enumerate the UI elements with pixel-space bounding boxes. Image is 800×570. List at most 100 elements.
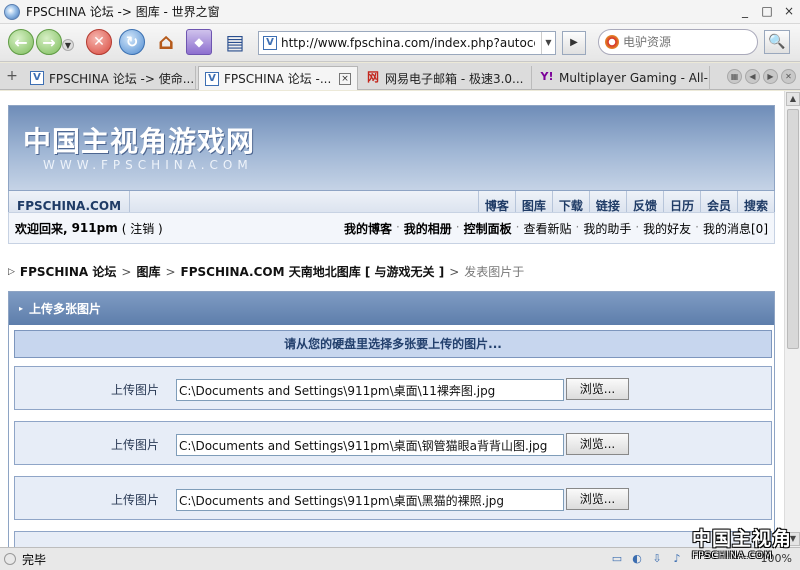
upload-row-label: 上传图片 xyxy=(111,493,160,507)
browse-button[interactable]: 浏览... xyxy=(566,488,629,510)
refresh-icon: ↻ xyxy=(125,33,139,51)
logout-link[interactable]: ( 注销 ) xyxy=(122,220,163,237)
upload-panel: ▸ 上传多张图片 请从您的硬盘里选择多张要上传的图片... 上传图片 浏览...… xyxy=(8,291,775,547)
status-bar: 完毕 ▭ ◐ ⇩ ♪ 100% xyxy=(0,547,800,570)
my-blog-link[interactable]: 我的博客 xyxy=(344,220,392,237)
my-messages-link[interactable]: 我的消息[0] xyxy=(703,220,768,237)
address-bar[interactable]: V ▼ xyxy=(258,31,556,55)
close-tab-icon[interactable]: × xyxy=(339,72,351,85)
tab-label: FPSCHINA 论坛 -> 使命... xyxy=(49,71,195,86)
magnifier-icon: 🔍 xyxy=(768,34,786,50)
upload-row-label: 上传图片 xyxy=(111,438,160,452)
yahoo-favicon-icon: Y! xyxy=(540,70,554,83)
chevron-down-icon: ▼ xyxy=(64,40,72,50)
book-icon: ▤ xyxy=(225,30,245,54)
browse-button[interactable]: 浏览... xyxy=(566,378,629,400)
title-bar: FPSCHINA 论坛 -> 图库 - 世界之窗 _ □ × xyxy=(0,0,800,24)
browse-button[interactable]: 浏览... xyxy=(566,433,629,455)
watermark-en: FPSCHINA.COM xyxy=(692,551,773,561)
search-input[interactable] xyxy=(623,35,751,49)
site-favicon-icon: V xyxy=(263,36,277,50)
new-posts-link[interactable]: 查看新贴 xyxy=(523,220,571,237)
speaker-icon[interactable]: ♪ xyxy=(670,552,684,566)
welcome-bar: 欢迎回来, 911pm ( 注销 ) 我的博客 · 我的相册 · 控制面板 · 查看新… xyxy=(8,212,775,244)
file-path-input[interactable] xyxy=(176,379,564,401)
breadcrumb-gallery[interactable]: 图库 xyxy=(136,263,160,280)
puzzle-icon: ◆ xyxy=(194,35,204,49)
tab-fpschina-1[interactable]: V FPSCHINA 论坛 -> 使命... xyxy=(24,66,196,90)
breadcrumb-category[interactable]: FPSCHINA.COM 天南地北图库 [ 与游戏无关 ] xyxy=(181,263,445,280)
address-dropdown-icon[interactable]: ▼ xyxy=(541,32,555,54)
watermark-cn: 中国主视角 xyxy=(692,528,793,550)
scroll-up-icon[interactable]: ▲ xyxy=(786,92,800,106)
back-arrow-icon: ← xyxy=(14,32,28,52)
tab-yahoo-gaming[interactable]: Y! Multiplayer Gaming - All-... xyxy=(534,66,710,90)
history-dropdown-button[interactable]: ▼ xyxy=(62,39,74,51)
forward-arrow-icon: → xyxy=(42,32,56,52)
panel-title: 上传多张图片 xyxy=(29,302,102,316)
user-links: 我的博客 · 我的相册 · 控制面板 · 查看新贴 · 我的助手 · 我的好友 · 我的消息… xyxy=(340,220,768,237)
triangle-right-icon: ▸ xyxy=(19,304,24,313)
home-button[interactable]: ⌂ xyxy=(153,29,179,55)
breadcrumb-forum[interactable]: FPSCHINA 论坛 xyxy=(20,263,116,280)
site-logo-url: WWW.FPSCHINA.COM xyxy=(43,158,253,172)
favorites-button[interactable]: ▤ xyxy=(222,29,248,55)
breadcrumb-current: 发表图片于 xyxy=(464,265,525,279)
upload-instruction: 请从您的硬盘里选择多张要上传的图片... xyxy=(14,330,772,358)
tab-label: 网易电子邮箱 - 极速3.0... xyxy=(385,71,524,86)
forward-button[interactable]: → xyxy=(36,29,62,55)
tab-scroll-left-icon[interactable]: ◀ xyxy=(745,69,760,84)
vertical-scrollbar[interactable]: ▲ ▼ xyxy=(784,91,800,547)
close-all-tabs-icon[interactable]: ✕ xyxy=(781,69,796,84)
mail-favicon-icon: 网 xyxy=(366,70,379,84)
status-globe-icon xyxy=(4,553,16,565)
file-path-input[interactable] xyxy=(176,489,564,511)
minimize-button[interactable]: _ xyxy=(738,3,752,19)
upload-row: 上传图片 浏览... xyxy=(14,421,772,465)
upload-row: 上传图片 浏览... xyxy=(14,366,772,410)
go-button[interactable]: ▶ xyxy=(562,31,586,55)
search-box[interactable] xyxy=(598,29,758,55)
download-icon[interactable]: ⇩ xyxy=(650,552,664,566)
my-album-link[interactable]: 我的相册 xyxy=(404,220,452,237)
compass-icon[interactable]: ◐ xyxy=(630,552,644,566)
scroll-thumb[interactable] xyxy=(787,109,799,349)
window-controls: _ □ × xyxy=(738,3,796,19)
page-icon[interactable]: ▭ xyxy=(610,552,624,566)
maximize-button[interactable]: □ xyxy=(760,3,774,19)
browser-logo-icon xyxy=(4,3,20,20)
separator: · xyxy=(455,219,460,234)
separator: · xyxy=(575,219,580,234)
extension-button[interactable]: ◆ xyxy=(186,29,212,55)
back-button[interactable]: ← xyxy=(8,29,34,55)
watermark: 中国主视角 FPSCHINA.COM xyxy=(692,524,796,562)
search-engine-icon[interactable] xyxy=(605,35,619,49)
upload-row-partial xyxy=(14,531,772,547)
my-assistant-link[interactable]: 我的助手 xyxy=(583,220,631,237)
fps-favicon-icon: V xyxy=(205,71,219,86)
site-logo[interactable]: 中国主视角游戏网 xyxy=(23,120,255,160)
my-friends-link[interactable]: 我的好友 xyxy=(643,220,691,237)
site-banner: 中国主视角游戏网 WWW.FPSCHINA.COM xyxy=(8,105,775,191)
fps-favicon-icon: V xyxy=(30,71,44,85)
tab-scroll-right-icon[interactable]: ▶ xyxy=(763,69,778,84)
username-link[interactable]: 911pm xyxy=(72,221,118,235)
address-input[interactable] xyxy=(281,36,535,50)
tab-list-icon[interactable]: ▦ xyxy=(727,69,742,84)
new-tab-button[interactable]: + xyxy=(4,69,20,85)
status-text: 完毕 xyxy=(22,552,47,567)
stop-button[interactable]: ✕ xyxy=(86,29,112,55)
close-window-button[interactable]: × xyxy=(782,3,796,19)
refresh-button[interactable]: ↻ xyxy=(119,29,145,55)
control-panel-link[interactable]: 控制面板 xyxy=(464,220,512,237)
tab-163-mail[interactable]: 网 网易电子邮箱 - 极速3.0... xyxy=(360,66,532,90)
tab-label: Multiplayer Gaming - All-... xyxy=(559,71,710,85)
panel-header: ▸ 上传多张图片 xyxy=(9,292,774,325)
file-path-input[interactable] xyxy=(176,434,564,456)
tab-fpschina-active[interactable]: V FPSCHINA 论坛 -... × xyxy=(198,66,358,90)
breadcrumb-arrow-icon: ▷ xyxy=(8,266,15,277)
tab-navigation: ▦ ◀ ▶ ✕ xyxy=(727,69,796,84)
welcome-prefix: 欢迎回来, xyxy=(15,221,68,236)
tab-bar: + V FPSCHINA 论坛 -> 使命... V FPSCHINA 论坛 -… xyxy=(0,63,800,90)
search-button[interactable]: 🔍 xyxy=(764,30,790,54)
